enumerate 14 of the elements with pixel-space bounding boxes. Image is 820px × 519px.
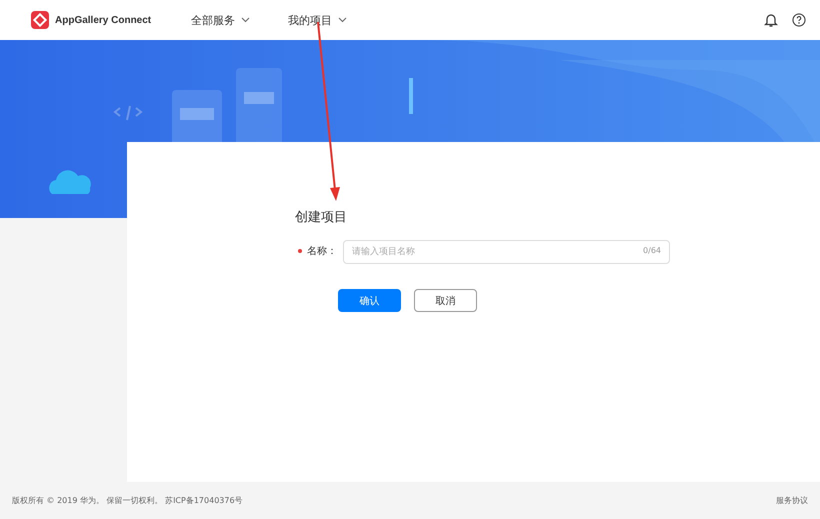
app-name: AppGallery Connect	[55, 14, 152, 26]
field-label: 名称：	[307, 245, 338, 258]
chevron-down-icon[interactable]	[338, 17, 347, 23]
logo-icon	[31, 11, 49, 29]
nav-menu[interactable]: 全部服务	[191, 12, 250, 28]
chevron-down-icon[interactable]	[241, 17, 250, 23]
form-title: 创建项目	[295, 209, 348, 226]
copyright-text: 版权所有 © 2019 华为。 保留一切权利。 苏ICP备17040376号	[12, 495, 243, 506]
cancel-button[interactable]: 取消	[414, 289, 477, 312]
help-icon[interactable]	[792, 13, 806, 27]
character-counter: 0/64	[643, 246, 661, 255]
notification-icon[interactable]	[764, 12, 778, 28]
confirm-button[interactable]: 确认	[338, 289, 401, 312]
footer-link[interactable]: 服务协议	[776, 496, 808, 505]
